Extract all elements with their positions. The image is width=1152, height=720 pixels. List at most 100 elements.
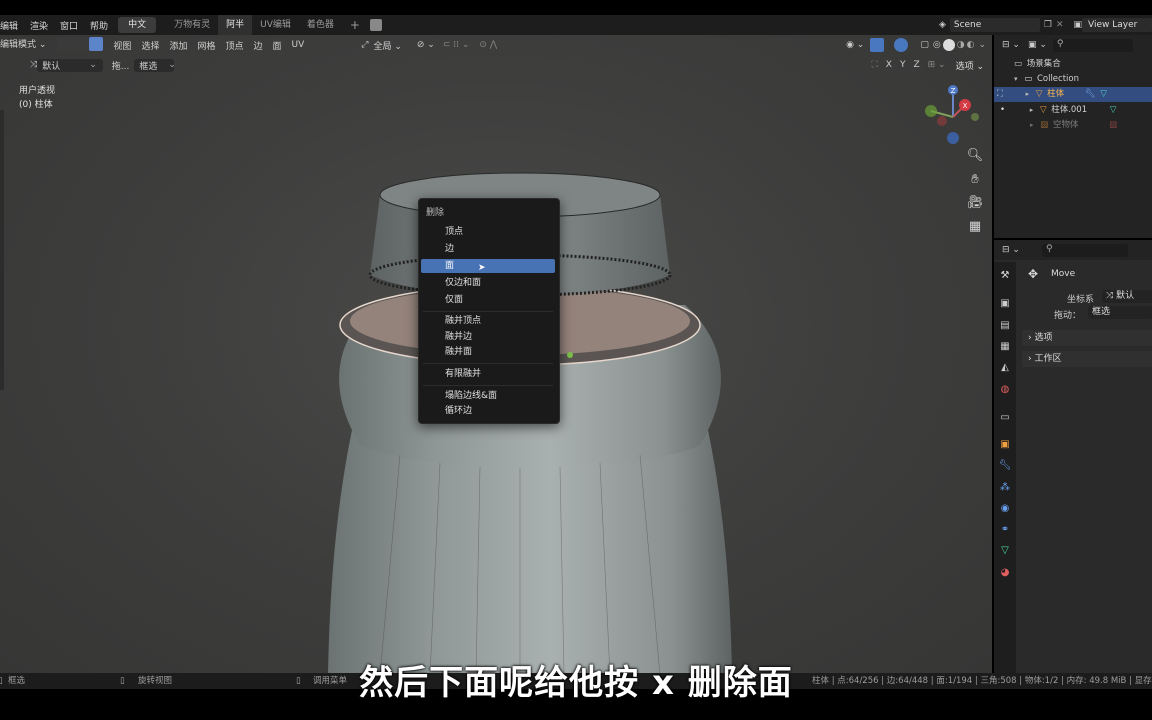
menu-edge[interactable]: 边 <box>249 39 268 52</box>
object-tab-icon[interactable]: ▣ <box>997 437 1013 453</box>
outliner-item-cylinder-001[interactable]: • ▸ ▽ 柱体.001 ▽ <box>994 103 1152 118</box>
language-button[interactable]: 中文 <box>118 17 157 33</box>
menu-uv[interactable]: UV <box>287 40 310 50</box>
edge-select-icon[interactable] <box>73 36 88 51</box>
editor-type-icon[interactable]: ⊟ ⌄ <box>1002 40 1020 50</box>
tab-aban[interactable]: 阿半 <box>218 15 253 35</box>
particles-tab-icon[interactable]: ⁂ <box>997 480 1013 496</box>
menu-mesh[interactable]: 网格 <box>192 39 220 52</box>
delete-edges-faces[interactable]: 仅边和面 <box>421 276 555 290</box>
coord-dropdown[interactable]: ⤨ 默认 <box>1102 290 1152 303</box>
delete-only-faces[interactable]: 仅面 <box>421 293 555 307</box>
tool-header: ⤨ 默认 ⌄ 拖... 框选 ⌄ ⛶ X Y Z ⊞ ⌄ 选项 ⌄ <box>0 55 992 75</box>
grid-view-icon[interactable]: ▦ <box>966 218 984 236</box>
xray-icon[interactable]: ▢ <box>920 40 929 50</box>
menu-vertex[interactable]: 顶点 <box>220 39 248 52</box>
vertex-select-icon[interactable] <box>57 36 72 51</box>
outliner-item-cylinder[interactable]: ⛶ ▸ ▽ 柱体 🔧︎ ▽ <box>994 87 1152 102</box>
overlay-toggle-icon[interactable] <box>894 38 909 52</box>
expand-arrow-icon[interactable]: ▸ <box>1030 106 1034 114</box>
menu-render[interactable]: 渲染 <box>24 19 54 32</box>
mirror-y-button[interactable]: Y <box>895 60 910 70</box>
scene-icon[interactable]: ◈ <box>939 20 946 30</box>
3d-viewport[interactable]: 编辑模式 ⌄ 视图 选择 添加 网格 顶点 边 面 UV ⤢ 全局 ⌄ ⊘ ⌄ … <box>0 35 992 673</box>
physics-tab-icon[interactable]: ◉ <box>997 501 1013 517</box>
menu-window[interactable]: 窗口 <box>54 19 84 32</box>
navigation-gizmo[interactable]: Z X <box>918 83 988 145</box>
properties-search-field[interactable]: ⚲ <box>1041 243 1128 257</box>
view-layer-icon[interactable]: ▣ <box>1073 20 1082 30</box>
options-dropdown[interactable]: 选项 ⌄ <box>956 59 984 72</box>
shading-material-icon[interactable]: ◑ <box>957 40 965 50</box>
properties-header: ⊟ ⌄ ⚲ <box>994 240 1152 260</box>
data-tab-icon[interactable]: ▽ <box>997 543 1013 559</box>
zoom-icon[interactable]: 🔍︎ <box>966 147 984 165</box>
face-select-icon[interactable] <box>89 36 104 51</box>
delete-edges[interactable]: 边 <box>421 242 555 256</box>
pan-hand-icon[interactable]: ✋︎ <box>966 171 984 189</box>
tab-uv-editing[interactable]: UV编辑 <box>252 15 299 35</box>
scene-collection-row[interactable]: ▭ 场景集合 <box>994 57 1152 72</box>
dissolve-vertices[interactable]: 融并顶点 <box>421 314 555 328</box>
display-mode-icon[interactable]: ▣ ⌄ <box>1028 40 1047 50</box>
render-tab-icon[interactable]: ▣ <box>997 296 1013 312</box>
dissolve-edges[interactable]: 融并边 <box>421 330 555 344</box>
panel-options[interactable]: › 选项 <box>1022 330 1152 346</box>
tool-tab-icon[interactable]: ⚒ <box>997 268 1013 284</box>
pivot-icon[interactable]: ⊘ ⌄ <box>417 40 435 50</box>
mode-selector[interactable]: 编辑模式 ⌄ <box>0 38 52 53</box>
menu-select[interactable]: 选择 <box>136 39 164 52</box>
shading-wire-icon[interactable]: ◎ <box>933 40 941 50</box>
expand-arrow-icon[interactable]: ▸ <box>1030 121 1034 129</box>
scene-close-icon[interactable]: ✕ <box>1056 20 1064 30</box>
collapse-edges-faces[interactable]: 塌陷边线&面 <box>421 389 555 403</box>
workspace-icon[interactable] <box>369 19 382 31</box>
mirror-icon[interactable]: ⛶ <box>871 60 877 70</box>
collection-row[interactable]: ▾ ▭ Collection <box>994 72 1152 87</box>
world-tab-icon[interactable]: ◍ <box>997 382 1013 398</box>
menu-view[interactable]: 视图 <box>108 39 136 52</box>
transform-orientation-dropdown[interactable]: 全局 ⌄ <box>368 39 406 52</box>
collection-tab-icon[interactable]: ▭ <box>997 410 1013 426</box>
add-workspace-button[interactable]: + <box>342 15 368 35</box>
expand-arrow-icon[interactable]: ▸ <box>1026 90 1030 98</box>
shading-dropdown-icon[interactable]: ⌄ <box>978 40 986 50</box>
scene-field[interactable]: Scene <box>949 18 1040 32</box>
delete-faces[interactable]: 面 <box>421 259 555 273</box>
snap-icon[interactable]: ⊂ ⁞⁞ ⌄ <box>443 40 470 50</box>
panel-workspace[interactable]: › 工作区 <box>1022 351 1152 367</box>
tab-wanwu[interactable]: 万物有灵 <box>166 15 218 35</box>
constraints-tab-icon[interactable]: ⚭ <box>997 522 1013 538</box>
output-tab-icon[interactable]: ▤ <box>997 318 1013 334</box>
drag-dropdown[interactable]: 框选 <box>1088 306 1152 319</box>
edit-mode-icon[interactable]: ⛶ <box>997 89 1003 99</box>
visibility-icon[interactable]: ◉ ⌄ <box>846 40 864 50</box>
view-layer-tab-icon[interactable]: ▦ <box>997 339 1013 355</box>
shading-solid-icon[interactable] <box>942 39 955 51</box>
scene-new-icon[interactable]: ❐ <box>1044 20 1052 30</box>
editor-type-icon[interactable]: ⊟ ⌄ <box>1002 245 1020 255</box>
view-layer-field[interactable]: View Layer <box>1082 18 1152 32</box>
modifier-tab-icon[interactable]: 🔧︎ <box>997 458 1013 474</box>
outliner-search-field[interactable]: ⚲ <box>1052 38 1133 52</box>
delete-vertices[interactable]: 顶点 <box>421 225 555 239</box>
mesh-options-icon[interactable]: ⊞ ⌄ <box>928 60 946 70</box>
material-tab-icon[interactable]: ◕ <box>997 565 1013 581</box>
expand-arrow-icon[interactable]: ▾ <box>1014 75 1018 83</box>
mirror-z-button[interactable]: Z <box>909 60 924 70</box>
menu-face[interactable]: 面 <box>268 39 287 52</box>
menu-add[interactable]: 添加 <box>164 39 192 52</box>
outliner-item-empty[interactable]: ▸ ▨ 空物体 ▨ <box>994 118 1152 133</box>
camera-icon[interactable]: 🎥︎ <box>966 194 984 212</box>
shading-render-icon[interactable]: ◐ <box>967 40 975 50</box>
proportional-edit-icon[interactable]: ⊙ ⋀ <box>479 40 497 50</box>
menu-edit[interactable]: 编辑 <box>0 19 24 32</box>
gizmo-toggle-icon[interactable] <box>870 38 885 52</box>
edge-loops[interactable]: 循环边 <box>421 404 555 418</box>
limited-dissolve[interactable]: 有限融并 <box>421 367 555 381</box>
menu-help[interactable]: 帮助 <box>84 19 114 32</box>
scene-tab-icon[interactable]: ◭ <box>997 360 1013 376</box>
mirror-x-button[interactable]: X <box>881 60 896 70</box>
tab-shading[interactable]: 着色器 <box>299 15 342 35</box>
dissolve-faces[interactable]: 融并面 <box>421 345 555 359</box>
